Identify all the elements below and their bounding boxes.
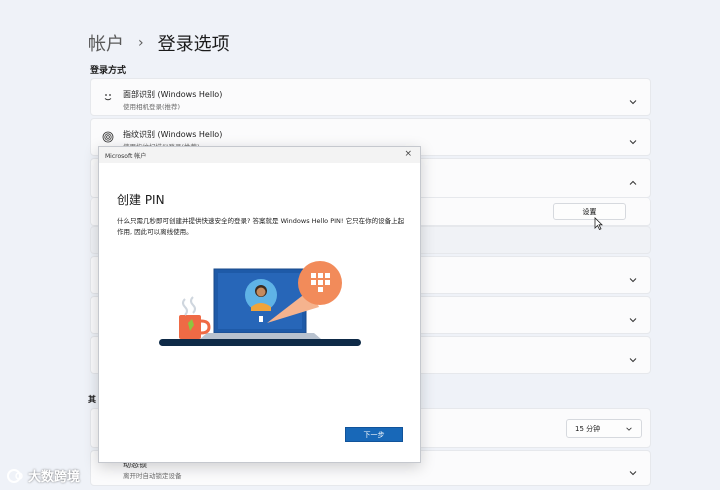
dialog-heading: 创建 PIN bbox=[117, 193, 165, 207]
watermark-logo-icon bbox=[7, 468, 23, 483]
dialog-title: Microsoft 帐户 bbox=[105, 153, 147, 160]
breadcrumb: 帐户 › 登录选项 bbox=[88, 30, 230, 56]
breadcrumb-parent-link[interactable]: 帐户 bbox=[88, 30, 124, 56]
chevron-down-icon bbox=[626, 427, 632, 431]
next-button[interactable]: 下一步 bbox=[345, 427, 403, 442]
card-subtitle: 离开时自动锁定设备 bbox=[123, 472, 182, 480]
page-title: 登录选项 bbox=[157, 34, 230, 55]
card-title: 面部识别 (Windows Hello) bbox=[123, 90, 223, 99]
dialog-body-text: 什么只需几秒即可创建并提供快速安全的登录? 答案就是 Windows Hello… bbox=[117, 217, 405, 236]
face-icon bbox=[101, 90, 115, 104]
chevron-down-icon[interactable] bbox=[628, 92, 638, 105]
close-icon[interactable]: × bbox=[404, 150, 412, 159]
watermark: 大数跨境 bbox=[6, 466, 80, 485]
fingerprint-icon bbox=[101, 130, 115, 144]
chevron-down-icon[interactable] bbox=[628, 270, 638, 283]
setup-button[interactable]: 设置 bbox=[553, 203, 626, 220]
card-title: 指纹识别 (Windows Hello) bbox=[123, 130, 223, 139]
card-face-recognition[interactable]: 面部识别 (Windows Hello) 使用相机登录(推荐) bbox=[90, 78, 651, 116]
create-pin-dialog: Microsoft 帐户 × 创建 PIN 什么只需几秒即可创建并提供快速安全的… bbox=[98, 146, 421, 463]
pin-illustration bbox=[159, 261, 361, 346]
chevron-down-icon[interactable] bbox=[628, 310, 638, 323]
select-value: 15 分钟 bbox=[575, 424, 601, 433]
card-subtitle: 使用相机登录(推荐) bbox=[123, 103, 181, 111]
chevron-down-icon[interactable] bbox=[628, 132, 638, 145]
section-title-sign-in: 登录方式 bbox=[90, 66, 127, 76]
mouse-cursor-icon bbox=[594, 215, 603, 234]
section-title-other: 其 bbox=[88, 395, 96, 404]
chevron-down-icon[interactable] bbox=[628, 463, 638, 476]
breadcrumb-separator: › bbox=[138, 35, 144, 51]
watermark-text: 大数跨境 bbox=[28, 470, 81, 485]
dialog-titlebar: Microsoft 帐户 × bbox=[99, 147, 420, 163]
lock-timeout-select[interactable]: 15 分钟 bbox=[566, 419, 642, 438]
chevron-down-icon[interactable] bbox=[628, 350, 638, 363]
chevron-up-icon[interactable] bbox=[628, 173, 638, 185]
